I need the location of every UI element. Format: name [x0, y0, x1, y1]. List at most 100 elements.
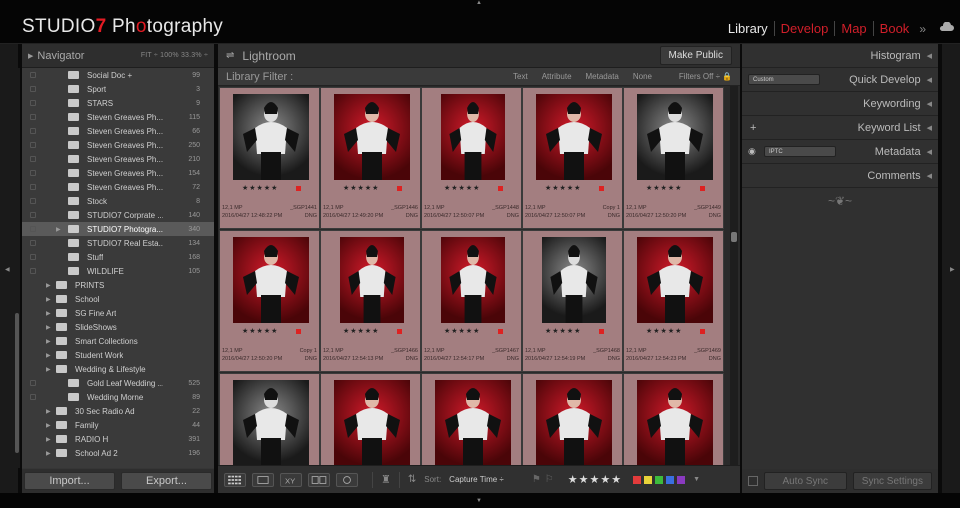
keyword-list-panel-header[interactable]: + Keyword List ◀: [742, 116, 938, 140]
folder-row[interactable]: WILDLIFE 105: [22, 264, 214, 278]
expand-arrow-icon[interactable]: ▶: [46, 296, 51, 303]
thumbnail-cell[interactable]: ★★★★★ 12,1 MP _SGP1446 2016/04/27 12:49:20 …: [320, 87, 421, 229]
expand-arrow-icon[interactable]: ▶: [46, 338, 51, 345]
color-swatch[interactable]: [666, 475, 675, 484]
photo-thumbnail[interactable]: [434, 380, 511, 465]
loupe-view-icon[interactable]: [252, 472, 274, 487]
folder-row[interactable]: ▶ Family 44: [22, 418, 214, 432]
photo-thumbnail[interactable]: [232, 94, 309, 180]
make-public-button[interactable]: Make Public: [659, 46, 732, 65]
module-map[interactable]: Map: [834, 21, 872, 36]
folder-row[interactable]: Steven Greaves Ph... 210: [22, 152, 214, 166]
photo-thumbnail[interactable]: [339, 237, 404, 323]
survey-view-icon[interactable]: [308, 472, 330, 487]
color-label-icon[interactable]: [700, 329, 705, 334]
folder-row[interactable]: ▶ School Ad 2 196: [22, 446, 214, 460]
sync-settings-button[interactable]: Sync Settings: [852, 472, 932, 490]
color-label-icon[interactable]: [397, 329, 402, 334]
star-rating-filter[interactable]: ★★★★★: [568, 473, 622, 486]
quick-develop-panel-header[interactable]: Custom Quick Develop ◀: [742, 68, 938, 92]
folder-row[interactable]: ▶ PRINTS: [22, 278, 214, 292]
folder-row[interactable]: ▶ Student Work: [22, 348, 214, 362]
more-modules-icon[interactable]: »: [915, 22, 926, 36]
flag-reject-icon[interactable]: ⚐: [545, 474, 554, 485]
sync-checkbox[interactable]: [30, 114, 36, 120]
sync-checkbox[interactable]: [30, 170, 36, 176]
star-rating[interactable]: ★★★★★: [545, 327, 581, 335]
filter-metadata[interactable]: Metadata: [586, 72, 619, 81]
sync-checkbox[interactable]: [30, 394, 36, 400]
star-rating[interactable]: ★★★★★: [444, 327, 480, 335]
color-label-icon[interactable]: [296, 186, 301, 191]
folder-row[interactable]: ▶ SG Fine Art: [22, 306, 214, 320]
expand-arrow-icon[interactable]: ▶: [46, 324, 51, 331]
folder-row[interactable]: ▶ School: [22, 292, 214, 306]
thumbnail-cell[interactable]: ★★★★★ 12,1 MP _SGP1449 2016/04/27 12:50:20 …: [623, 87, 724, 229]
right-panel-edge[interactable]: ▶: [942, 44, 960, 493]
folder-row[interactable]: STUDIO7 Real Esta... 134: [22, 236, 214, 250]
color-swatch[interactable]: [677, 475, 686, 484]
sort-direction-icon[interactable]: ⇅: [408, 474, 416, 485]
folder-row[interactable]: ▶ 30 Sec Radio Ad 22: [22, 404, 214, 418]
star-rating[interactable]: ★★★★★: [343, 327, 379, 335]
expand-arrow-icon[interactable]: ▶: [46, 422, 51, 429]
left-scrollbar-thumb[interactable]: [15, 313, 19, 453]
thumbnail-cell[interactable]: ★★★★★ 12,1 MP _SGP1466 2016/04/27 12:54:13 …: [320, 230, 421, 372]
folder-row[interactable]: Wedding Morne 89: [22, 390, 214, 404]
sync-checkbox[interactable]: [30, 198, 36, 204]
photo-thumbnail[interactable]: [535, 94, 612, 180]
filter-attribute[interactable]: Attribute: [542, 72, 572, 81]
painter-icon[interactable]: ♜: [381, 473, 391, 486]
star-rating[interactable]: ★★★★★: [242, 184, 278, 192]
thumbnail-cell[interactable]: [320, 373, 421, 465]
compare-view-icon[interactable]: XY: [280, 472, 302, 487]
folder-row[interactable]: Steven Greaves Ph... 72: [22, 180, 214, 194]
photo-thumbnail[interactable]: [333, 380, 410, 465]
filmstrip-toggle-icon[interactable]: ▼: [476, 498, 482, 504]
metadata-preset-dropdown[interactable]: IPTC: [764, 146, 836, 157]
photo-thumbnail[interactable]: [440, 237, 505, 323]
folder-row[interactable]: Stock 8: [22, 194, 214, 208]
module-library[interactable]: Library: [722, 21, 774, 36]
photo-thumbnail[interactable]: [440, 94, 505, 180]
sync-checkbox[interactable]: [30, 100, 36, 106]
folder-row[interactable]: Steven Greaves Ph... 250: [22, 138, 214, 152]
expand-arrow-icon[interactable]: ▶: [46, 282, 51, 289]
filter-none[interactable]: None: [633, 72, 652, 81]
sync-checkbox[interactable]: [30, 254, 36, 260]
folder-row[interactable]: ▶ RADIO H 391: [22, 432, 214, 446]
photo-thumbnail[interactable]: [636, 94, 713, 180]
navigator-header[interactable]: ▶ Navigator FIT ÷ 100% 33.3% ÷: [22, 44, 214, 68]
quick-develop-preset-dropdown[interactable]: Custom: [748, 74, 820, 85]
color-swatch[interactable]: [644, 475, 653, 484]
color-label-icon[interactable]: [599, 186, 604, 191]
collapse-arrow-icon[interactable]: ◀: [927, 100, 932, 108]
collapse-arrow-icon[interactable]: ◀: [927, 52, 932, 60]
color-label-icon[interactable]: [498, 186, 503, 191]
photo-thumbnail[interactable]: [232, 380, 309, 465]
color-label-icon[interactable]: [296, 329, 301, 334]
thumbnail-cell[interactable]: [623, 373, 724, 465]
navigator-collapse-icon[interactable]: ▶: [28, 52, 33, 60]
grid-scrollbar-thumb[interactable]: [731, 232, 737, 242]
color-label-icon[interactable]: [397, 186, 402, 191]
navigator-zoom-options[interactable]: FIT ÷ 100% 33.3% ÷: [141, 52, 208, 59]
thumbnail-cell[interactable]: ★★★★★ 12,1 MP _SGP1469 2016/04/27 12:54:23 …: [623, 230, 724, 372]
sync-checkbox[interactable]: [30, 128, 36, 134]
sync-checkbox[interactable]: [30, 212, 36, 218]
filters-off-dropdown[interactable]: Filters Off ÷: [679, 72, 720, 81]
photo-thumbnail[interactable]: [541, 237, 606, 323]
star-rating[interactable]: ★★★★★: [444, 184, 480, 192]
comments-panel-header[interactable]: Comments ◀: [742, 164, 938, 188]
color-swatch[interactable]: [655, 475, 664, 484]
photo-thumbnail[interactable]: [232, 237, 309, 323]
expand-arrow-icon[interactable]: ▶: [46, 352, 51, 359]
cloud-sync-icon[interactable]: [938, 22, 954, 32]
color-label-icon[interactable]: [599, 329, 604, 334]
flag-pick-icon[interactable]: ⚑: [532, 474, 541, 485]
thumbnail-cell[interactable]: ★★★★★ 12,1 MP Copy 1 2016/04/27 12:50:07 PM…: [522, 87, 623, 229]
thumbnail-cell[interactable]: ★★★★★ 12,1 MP _SGP1467 2016/04/27 12:54:17 …: [421, 230, 522, 372]
right-edge-arrow-icon[interactable]: ▶: [950, 266, 955, 273]
expand-arrow-icon[interactable]: ▶: [46, 310, 51, 317]
top-panel-toggle-icon[interactable]: ▲: [476, 0, 482, 6]
